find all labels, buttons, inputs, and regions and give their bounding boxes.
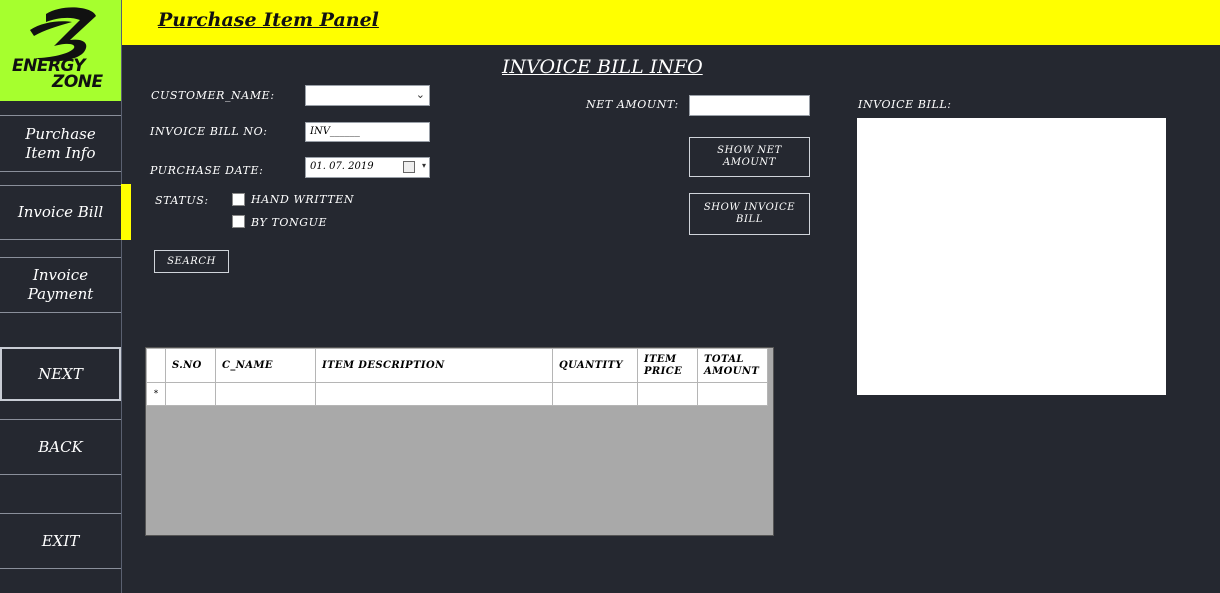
back-label: BACK xyxy=(38,437,83,456)
header-bar: Purchase Item Panel xyxy=(122,0,1220,45)
column-header-sno[interactable]: S.NO xyxy=(165,348,216,383)
invoice-items-grid[interactable]: S.NO C_NAME ITEM DESCRIPTION QUANTITY IT… xyxy=(145,347,774,536)
calendar-icon xyxy=(403,161,415,173)
sidebar-item-label: Invoice Bill xyxy=(17,203,104,221)
sidebar-item-invoice-bill[interactable]: Invoice Bill xyxy=(0,185,121,240)
chevron-down-icon: ⌄ xyxy=(415,88,425,101)
customer-name-dropdown[interactable]: ⌄ xyxy=(305,85,430,106)
column-header-total-amount[interactable]: TOTAL AMOUNT xyxy=(697,348,768,383)
table-cell[interactable] xyxy=(315,382,553,406)
search-label: SEARCH xyxy=(167,255,216,267)
table-cell[interactable] xyxy=(697,382,768,406)
grid-header-row: S.NO C_NAME ITEM DESCRIPTION QUANTITY IT… xyxy=(146,348,768,383)
status-label: STATUS: xyxy=(155,194,209,207)
hand-written-label: HAND WRITTEN xyxy=(251,193,355,206)
next-button[interactable]: NEXT xyxy=(0,347,121,401)
purchase-date-label: PURCHASE DATE: xyxy=(150,164,264,177)
new-row-marker: * xyxy=(146,382,166,406)
column-header-item-price[interactable]: ITEM PRICE xyxy=(637,348,698,383)
invoice-no-label: INVOICE BILL NO: xyxy=(150,125,268,138)
next-label: NEXT xyxy=(38,364,83,383)
by-tongue-label: BY TONGUE xyxy=(251,216,328,229)
invoice-no-value: INV______ xyxy=(310,126,360,137)
chevron-down-icon: ▾ xyxy=(421,161,426,170)
invoice-bill-label: INVOICE BILL: xyxy=(858,98,952,111)
column-header-quantity[interactable]: QUANTITY xyxy=(552,348,638,383)
active-indicator xyxy=(121,184,131,240)
search-button[interactable]: SEARCH xyxy=(154,250,229,273)
section-title: INVOICE BILL INFO xyxy=(502,56,703,78)
table-cell[interactable] xyxy=(637,382,698,406)
sidebar: ENERGY ZONE Purchase Item Info Invoice B… xyxy=(0,0,122,593)
energy-zone-logo: ENERGY ZONE xyxy=(0,0,121,101)
sidebar-item-invoice-payment[interactable]: Invoice Payment xyxy=(0,257,121,313)
show-invoice-bill-label: SHOW INVOICE BILL xyxy=(703,202,796,225)
table-cell[interactable] xyxy=(215,382,316,406)
column-header-cname[interactable]: C_NAME xyxy=(215,348,316,383)
exit-button[interactable]: EXIT xyxy=(0,513,121,569)
purchase-date-value: 01. 07. 2019 xyxy=(310,161,374,172)
sidebar-item-label: Invoice Payment xyxy=(27,266,94,303)
logo-line2: ZONE xyxy=(52,72,103,92)
hand-written-checkbox[interactable] xyxy=(232,193,245,206)
exit-label: EXIT xyxy=(41,531,80,550)
net-amount-label: NET AMOUNT: xyxy=(586,98,679,111)
grid-table: S.NO C_NAME ITEM DESCRIPTION QUANTITY IT… xyxy=(146,348,768,406)
table-row[interactable]: * xyxy=(146,382,768,406)
by-tongue-checkbox[interactable] xyxy=(232,215,245,228)
table-cell[interactable] xyxy=(165,382,216,406)
customer-name-label: CUSTOMER_NAME: xyxy=(151,89,275,102)
panel-title: Purchase Item Panel xyxy=(158,9,379,31)
back-button[interactable]: BACK xyxy=(0,419,121,475)
logo-text: ENERGY ZONE xyxy=(6,58,116,92)
net-amount-input[interactable] xyxy=(689,95,810,116)
sidebar-item-purchase-item-info[interactable]: Purchase Item Info xyxy=(0,115,121,172)
show-net-amount-button[interactable]: SHOW NET AMOUNT xyxy=(689,137,810,177)
invoice-bill-display[interactable] xyxy=(857,118,1166,395)
table-cell[interactable] xyxy=(552,382,638,406)
invoice-no-input[interactable]: INV______ xyxy=(305,122,430,142)
show-invoice-bill-button[interactable]: SHOW INVOICE BILL xyxy=(689,193,810,235)
row-header-corner xyxy=(146,348,166,383)
purchase-date-picker[interactable]: 01. 07. 2019 ▾ xyxy=(305,157,430,178)
show-net-amount-label: SHOW NET AMOUNT xyxy=(717,145,782,168)
sidebar-item-label: Purchase Item Info xyxy=(25,124,96,162)
column-header-item-description[interactable]: ITEM DESCRIPTION xyxy=(315,348,553,383)
